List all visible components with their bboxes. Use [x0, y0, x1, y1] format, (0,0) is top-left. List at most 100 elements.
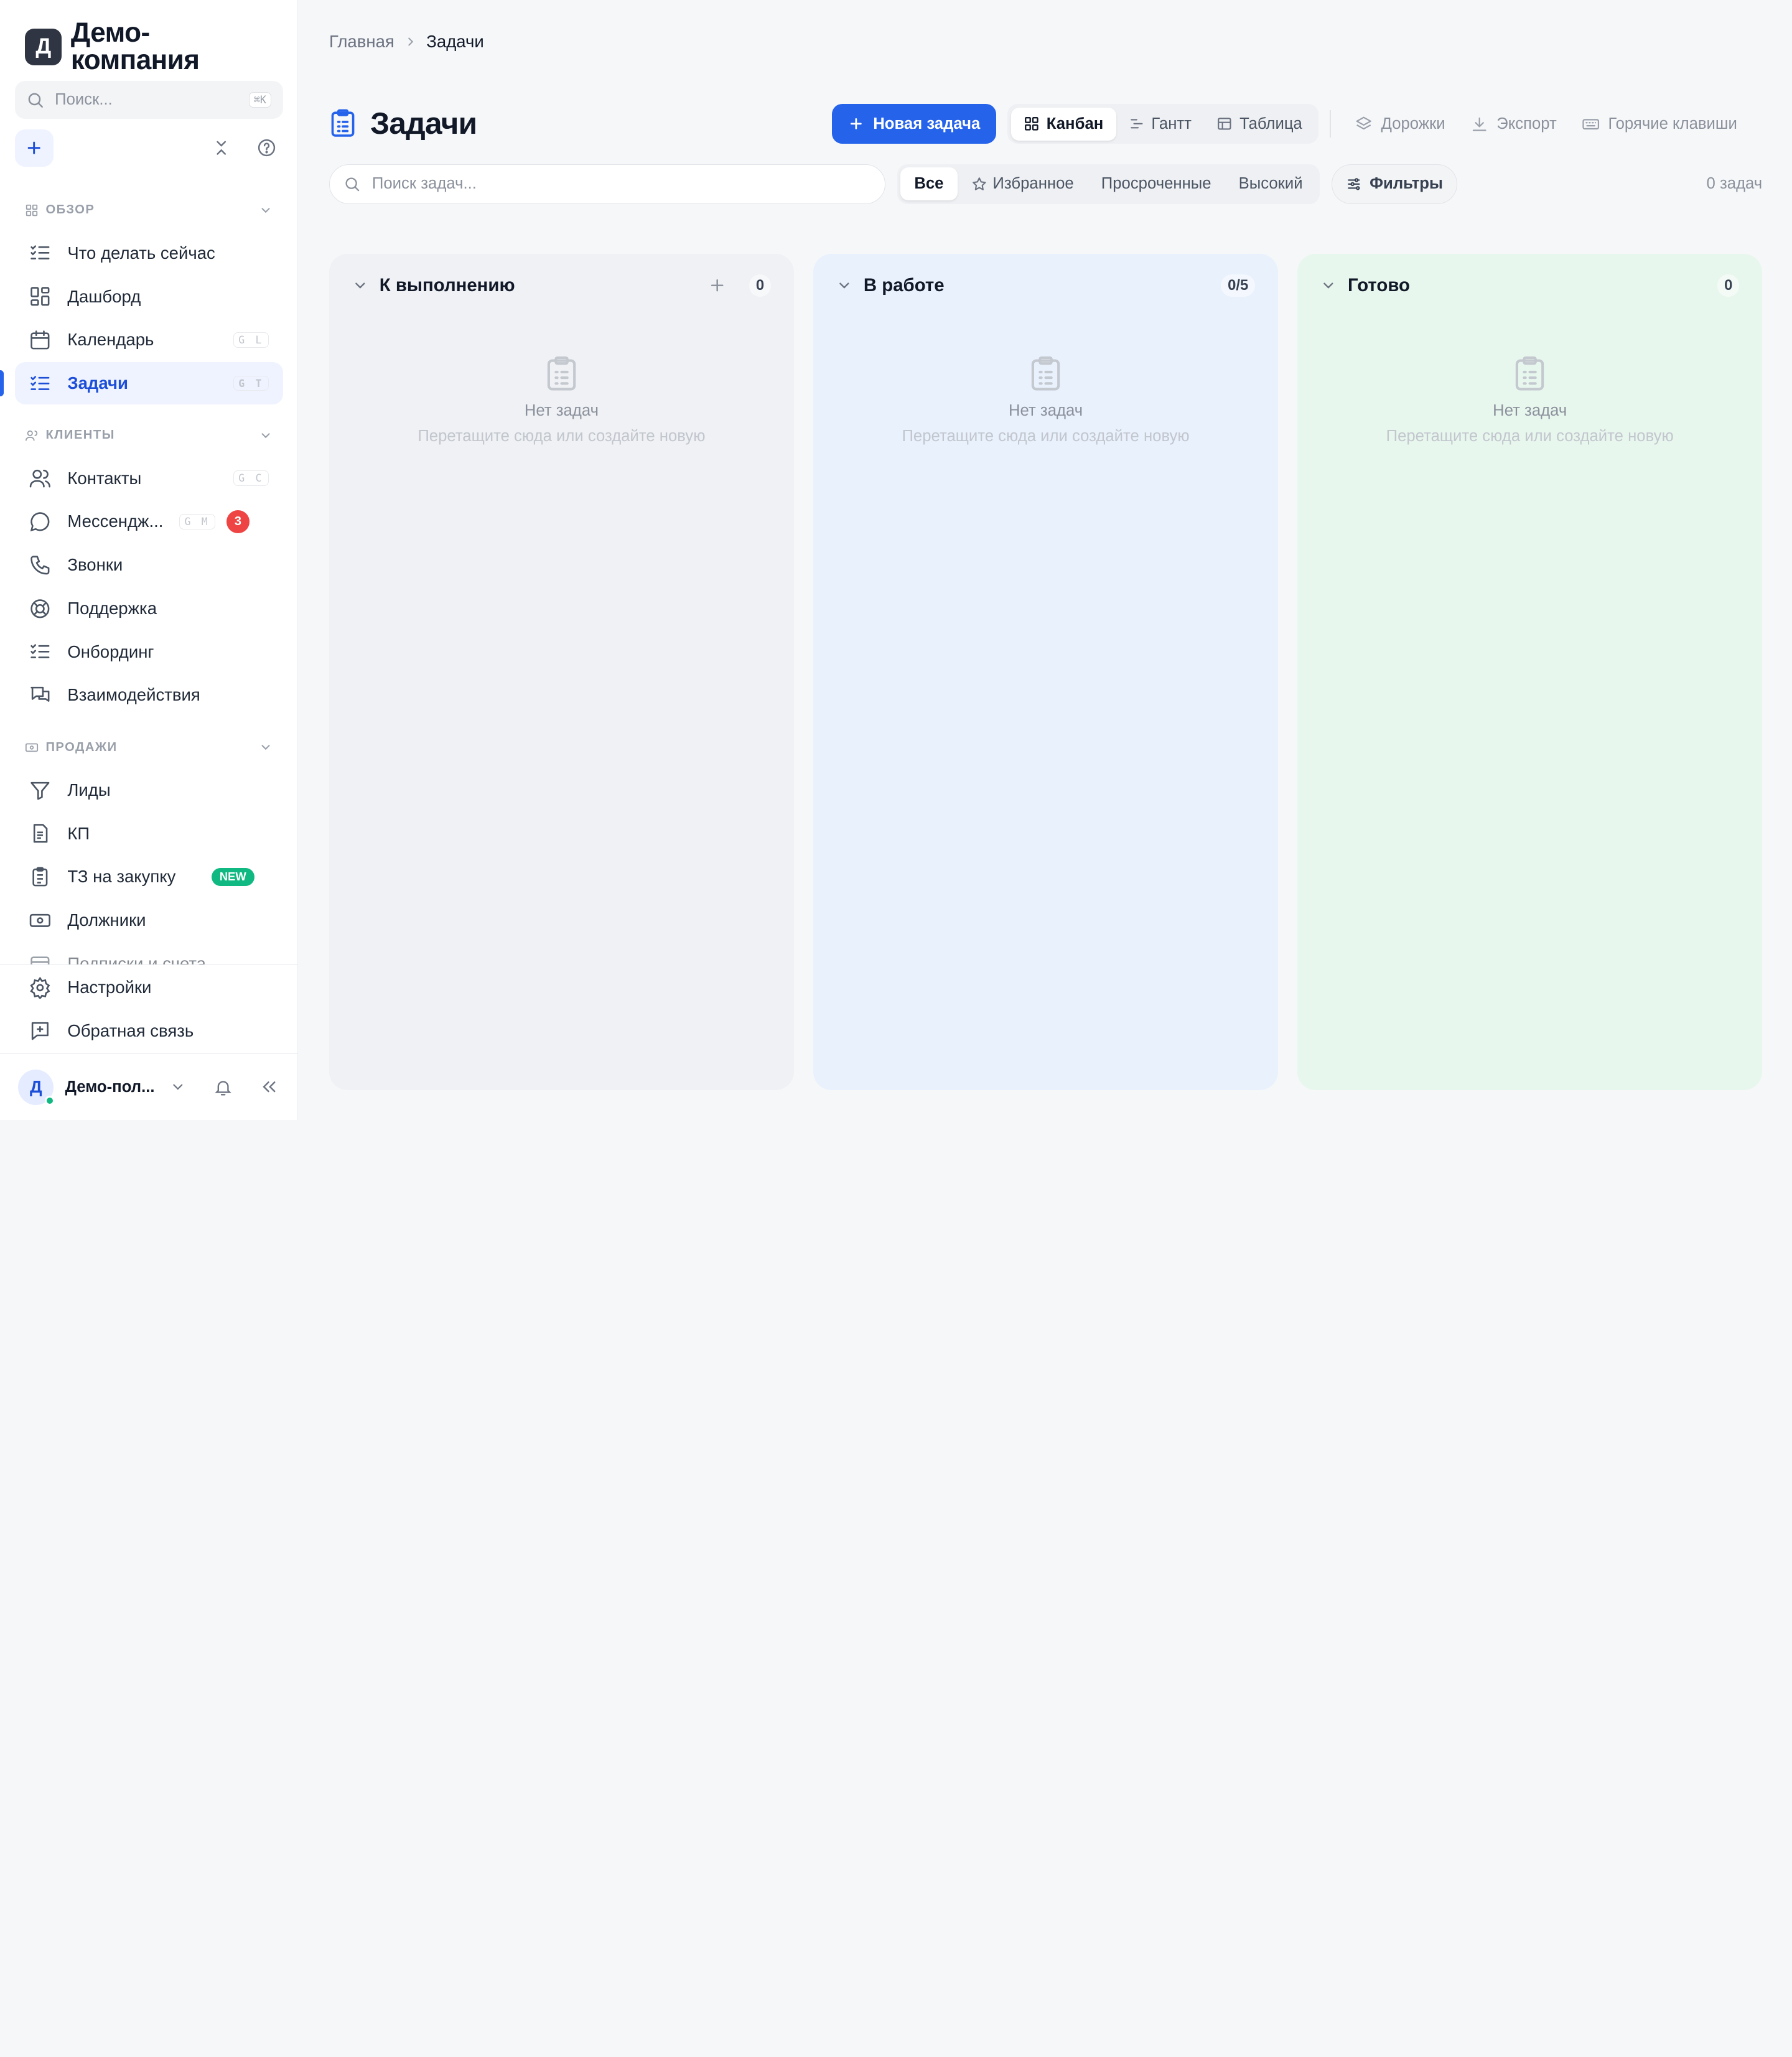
- help-button[interactable]: [255, 136, 278, 159]
- sidebar-item-label: Звонки: [67, 555, 123, 575]
- section-overview-title[interactable]: ОБЗОР: [0, 197, 297, 224]
- chevron-down-icon[interactable]: [352, 278, 368, 294]
- empty-title: Нет задач: [524, 402, 599, 420]
- sidebar-item-debtors[interactable]: Должники: [15, 899, 283, 941]
- section-sales-title[interactable]: ПРОДАЖИ: [0, 734, 297, 761]
- calendar-icon: [29, 329, 52, 352]
- sidebar-item-label: Лиды: [67, 780, 111, 800]
- help-circle-icon: [258, 139, 276, 157]
- section-clients-title[interactable]: КЛИЕНТЫ: [0, 422, 297, 449]
- quick-filters: Все Избранное Просроченные Высокий: [897, 164, 1320, 204]
- wallet-small-icon: [25, 740, 39, 754]
- sidebar-item-support[interactable]: Поддержка: [15, 587, 283, 630]
- task-search-input[interactable]: Поиск задач...: [329, 164, 886, 204]
- sidebar-item-calls[interactable]: Звонки: [15, 544, 283, 586]
- chevron-right-icon: [404, 35, 418, 49]
- chevrons-left-icon: [263, 1081, 276, 1093]
- sidebar-item-label: Задачи: [67, 373, 128, 393]
- chevron-down-icon[interactable]: [836, 278, 852, 294]
- receipt-icon: [29, 953, 52, 965]
- column-count: 0: [1717, 274, 1740, 297]
- sidebar-item-messengers[interactable]: Мессендж... G M 3: [15, 500, 283, 543]
- create-button[interactable]: [14, 129, 54, 167]
- sidebar-item-contacts[interactable]: Контакты G C: [15, 457, 283, 500]
- view-kanban-button[interactable]: Канбан: [1010, 107, 1116, 141]
- sidebar-item-interactions[interactable]: Взаимодействия: [15, 674, 283, 716]
- funnel-icon: [29, 779, 52, 802]
- sidebar-search-shortcut: ⌘K: [248, 92, 272, 108]
- hotkeys-button[interactable]: Горячие клавиши: [1569, 104, 1750, 144]
- chevron-down-icon[interactable]: [1320, 278, 1337, 294]
- user-menu-button[interactable]: [167, 1077, 188, 1098]
- filter-favorites-chip[interactable]: Избранное: [958, 167, 1088, 200]
- sidebar-item-settings[interactable]: Настройки: [15, 966, 283, 1009]
- filter-all-label: Все: [914, 175, 944, 193]
- sidebar-item-calendar[interactable]: Календарь G L: [15, 319, 283, 361]
- filters-button[interactable]: Фильтры: [1331, 164, 1457, 204]
- task-count: 0 задач: [1706, 175, 1763, 193]
- grid-icon: [29, 285, 52, 308]
- brand[interactable]: Д Демо- компания: [0, 0, 297, 75]
- new-task-button[interactable]: Новая задача: [832, 104, 996, 144]
- filter-all-chip[interactable]: Все: [900, 167, 958, 201]
- sidebar-item-feedback[interactable]: Обратная связь: [15, 1010, 283, 1052]
- notifications-button[interactable]: [213, 1077, 234, 1098]
- chevrons-collapse-icon: [217, 141, 226, 155]
- user-footer: Д Демо-пол...: [0, 1053, 298, 1120]
- breadcrumb-current: Задачи: [426, 32, 484, 52]
- chevron-down-icon: [259, 740, 273, 754]
- breadcrumb: Главная Задачи: [329, 32, 484, 52]
- avatar-letter: Д: [30, 1077, 42, 1097]
- document-icon: [29, 822, 52, 845]
- collapse-sidebar-button[interactable]: [259, 1077, 279, 1098]
- sidebar-item-label: Взаимодействия: [67, 685, 200, 705]
- sidebar-item-label: КП: [67, 823, 90, 843]
- column-header: К выполнению 0: [329, 254, 794, 318]
- column-title: В работе: [863, 275, 945, 296]
- brand-logo: Д: [25, 28, 62, 65]
- sliders-icon: [1347, 178, 1360, 190]
- sidebar-actions: [14, 129, 283, 167]
- section-overview-label: ОБЗОР: [45, 203, 95, 217]
- avatar[interactable]: Д: [18, 1069, 55, 1106]
- sidebar-item-tasks[interactable]: Задачи G T: [0, 362, 283, 405]
- lifebuoy-icon: [29, 597, 52, 620]
- sidebar-item-proposals[interactable]: КП: [15, 813, 283, 855]
- sidebar-item-subscriptions[interactable]: Подписки и счета: [15, 943, 283, 965]
- column-header: В работе 0/5: [813, 254, 1278, 318]
- shortcut-hint: G L: [233, 332, 269, 348]
- kanban-board: К выполнению 0 Нет задач Перетащите сюда…: [329, 253, 1763, 1091]
- add-task-icon[interactable]: [708, 276, 726, 294]
- sidebar-item-leads[interactable]: Лиды: [15, 769, 283, 811]
- keyboard-icon: [1582, 118, 1600, 129]
- section-clients-label: КЛИЕНТЫ: [45, 428, 115, 442]
- collapse-all-button[interactable]: [210, 136, 233, 159]
- lanes-button[interactable]: Дорожки: [1342, 104, 1458, 144]
- sidebar-item-dashboard[interactable]: Дашборд: [15, 276, 283, 318]
- sidebar-item-onboarding[interactable]: Онбординг: [15, 631, 283, 673]
- kanban-column-todo[interactable]: К выполнению 0 Нет задач Перетащите сюда…: [329, 253, 794, 1091]
- page-title: Задачи: [329, 105, 477, 141]
- user-name[interactable]: Демо-пол...: [65, 1078, 155, 1096]
- kanban-column-done[interactable]: Готово 0 Нет задач Перетащите сюда или с…: [1297, 253, 1763, 1091]
- search-icon: [26, 91, 44, 109]
- sidebar-item-label: Должники: [67, 910, 146, 930]
- filter-overdue-chip[interactable]: Просроченные: [1088, 167, 1225, 200]
- brand-name-line1: Демо-: [70, 17, 150, 49]
- users-icon: [29, 467, 52, 490]
- export-button[interactable]: Экспорт: [1458, 104, 1569, 144]
- sidebar-item-todo-now[interactable]: Что делать сейчас: [15, 232, 283, 274]
- chevron-down-icon: [173, 1084, 183, 1090]
- breadcrumb-home[interactable]: Главная: [329, 32, 394, 52]
- empty-title: Нет задач: [1009, 402, 1083, 420]
- sidebar-item-purchase-specs[interactable]: ТЗ на закупку NEW: [15, 856, 283, 898]
- task-search-placeholder: Поиск задач...: [371, 175, 477, 193]
- filter-high-chip[interactable]: Высокий: [1225, 167, 1317, 200]
- sidebar-search-input[interactable]: Поиск... ⌘K: [14, 81, 283, 119]
- empty-hint: Перетащите сюда или создайте новую: [418, 427, 706, 445]
- view-table-button[interactable]: Таблица: [1204, 108, 1315, 141]
- list-check-icon: [29, 640, 52, 663]
- kanban-column-in-progress[interactable]: В работе 0/5 Нет задач Перетащите сюда и…: [813, 253, 1279, 1091]
- view-gantt-button[interactable]: Гантт: [1116, 108, 1205, 141]
- clipboard-empty-icon: [544, 354, 579, 393]
